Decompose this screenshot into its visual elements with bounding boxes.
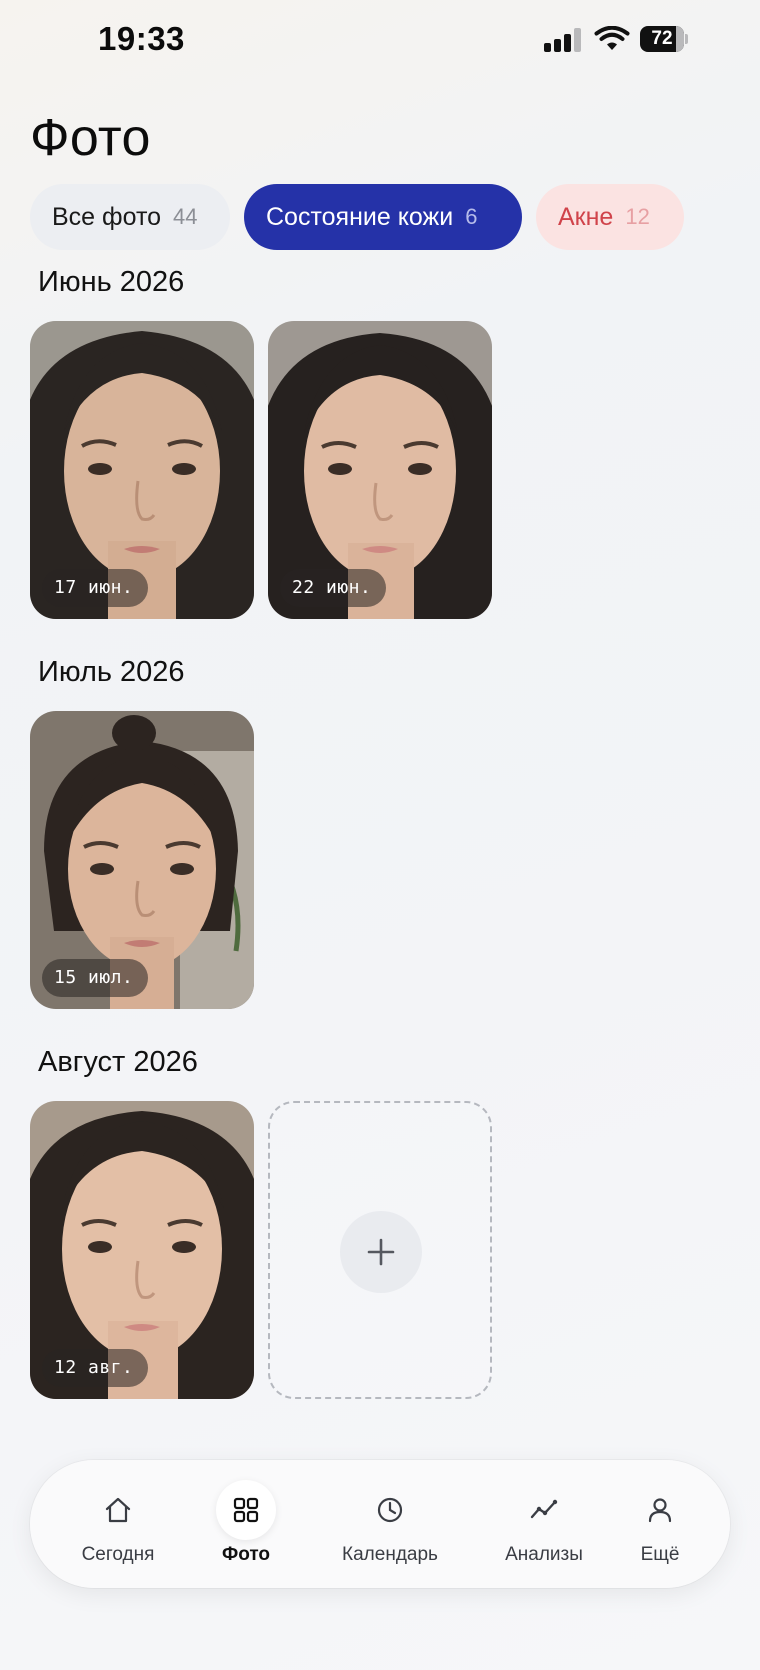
section-title-june: Июнь 2026 xyxy=(38,266,185,298)
section-title-july: Июль 2026 xyxy=(38,656,185,688)
filter-chips: Все фото 44 Состояние кожи 6 Акне 12 xyxy=(30,184,684,250)
clock-icon xyxy=(377,1497,403,1523)
photo-date-badge: 15 июл. xyxy=(42,959,148,997)
nav-tab-label: Фото xyxy=(221,1544,270,1565)
filter-chip-acne[interactable]: Акне 12 xyxy=(536,184,684,250)
status-bar: 19:33 72 xyxy=(0,0,760,80)
filter-chip-skin-condition[interactable]: Состояние кожи 6 xyxy=(244,184,522,250)
nav-tab-label: Ещё xyxy=(640,1544,680,1565)
add-photo-button[interactable] xyxy=(268,1101,492,1399)
battery-icon: 72 xyxy=(640,26,688,52)
photo-thumbnail[interactable]: 22 июн. xyxy=(268,321,492,619)
plus-icon xyxy=(367,1238,395,1266)
home-icon xyxy=(105,1497,131,1523)
nav-tab-more[interactable]: Ещё xyxy=(630,1460,690,1588)
nav-tab-calendar[interactable]: Календарь xyxy=(320,1460,460,1588)
filter-chip-label: Все фото xyxy=(52,202,162,231)
bottom-navigation: Сегодня Фото Календарь Анализы Ещё xyxy=(30,1460,730,1588)
nav-tab-label: Анализы xyxy=(505,1544,583,1565)
nav-tab-label: Сегодня xyxy=(81,1544,155,1565)
filter-chip-label: Состояние кожи xyxy=(266,202,454,231)
photo-date-badge: 17 июн. xyxy=(42,569,148,607)
photo-thumbnail[interactable]: 12 авг. xyxy=(30,1101,254,1399)
filter-chip-count: 12 xyxy=(625,204,650,229)
grid-icon xyxy=(233,1497,259,1523)
wifi-icon xyxy=(594,26,630,50)
cellular-signal-icon xyxy=(544,28,584,52)
trend-icon xyxy=(530,1499,558,1519)
page-title: Фото xyxy=(30,109,151,167)
photo-date-badge: 22 июн. xyxy=(280,569,386,607)
profile-icon xyxy=(648,1498,672,1523)
nav-tab-photos[interactable]: Фото xyxy=(196,1460,296,1588)
nav-tab-label: Календарь xyxy=(342,1544,438,1565)
filter-chip-count: 6 xyxy=(465,204,478,229)
photo-thumbnail[interactable]: 15 июл. xyxy=(30,711,254,1009)
add-photo-circle[interactable] xyxy=(340,1211,422,1293)
nav-tab-today[interactable]: Сегодня xyxy=(58,1460,178,1588)
filter-chip-all-photos[interactable]: Все фото 44 xyxy=(30,184,230,250)
section-title-august: Август 2026 xyxy=(38,1046,198,1078)
photo-date-badge: 12 авг. xyxy=(42,1349,148,1387)
status-time: 19:33 xyxy=(98,20,185,57)
nav-tab-analyses[interactable]: Анализы xyxy=(484,1460,604,1588)
filter-chip-count: 44 xyxy=(173,204,198,229)
photo-thumbnail[interactable]: 17 июн. xyxy=(30,321,254,619)
battery-level: 72 xyxy=(651,28,673,49)
filter-chip-label: Акне xyxy=(558,202,614,231)
